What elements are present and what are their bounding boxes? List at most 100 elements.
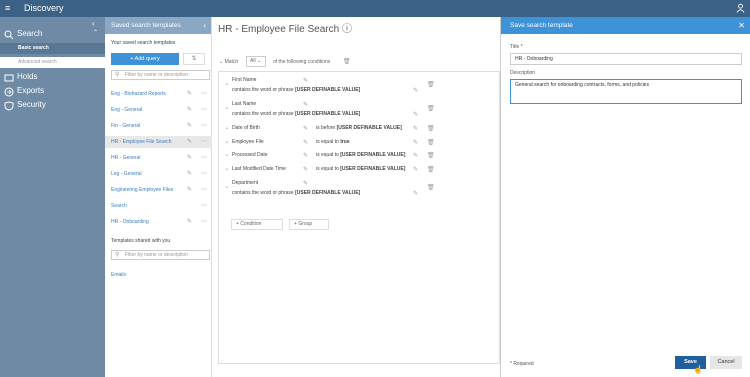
nav-search[interactable]: Search ⌃ (0, 28, 105, 41)
holds-icon (4, 74, 14, 82)
search-icon: ⚲ (115, 252, 120, 258)
info-icon[interactable]: ⓘ (342, 24, 352, 35)
nav-exports[interactable]: Exports (0, 85, 105, 98)
template-item[interactable]: Eng - Biohazard Reports ✎ ⋯ (105, 88, 212, 100)
template-item[interactable]: Fin - General ✎ ⋯ (105, 120, 212, 132)
edit-field-icon[interactable]: ✎ (303, 77, 308, 84)
nav-basic-search[interactable]: Basic search (0, 43, 105, 54)
edit-field-icon[interactable]: ✎ (303, 139, 308, 146)
condition-value: [USER DEFINABLE VALUE] (295, 111, 361, 117)
more-options-icon[interactable]: ⋯ (201, 152, 207, 164)
share-icon[interactable]: ✎ (187, 184, 192, 196)
delete-condition-icon[interactable]: 🗑 (427, 139, 435, 146)
template-item[interactable]: Eng - General ✎ ⋯ (105, 104, 212, 116)
delete-condition-icon[interactable]: 🗑 (427, 184, 435, 191)
template-item-label: Search (111, 203, 127, 209)
more-options-icon[interactable]: ⋯ (201, 88, 207, 100)
template-item[interactable]: HR - Onboarding ✎ ⋯ (105, 216, 212, 228)
nav-advanced-search[interactable]: Advanced search (0, 57, 105, 68)
title-label: Title * (510, 44, 523, 50)
sort-button[interactable]: ⇅ (183, 53, 205, 65)
menu-icon[interactable]: ≡ (5, 4, 10, 13)
page-title-text: HR - Employee File Search (218, 24, 340, 35)
nav-exports-label: Exports (17, 86, 45, 95)
add-group-button[interactable]: + Group (289, 219, 329, 230)
template-filter-input[interactable]: ⚲ Filter by name or description (111, 70, 210, 80)
more-options-icon[interactable]: ⋯ (201, 120, 207, 132)
more-options-icon[interactable]: ⋯ (201, 136, 207, 148)
edit-value-icon[interactable]: ✎ (413, 87, 418, 94)
add-condition-button[interactable]: + Condition (231, 219, 283, 230)
nav-holds[interactable]: Holds (0, 71, 105, 84)
templates-header-title: Saved search templates (111, 22, 181, 29)
shared-templates-label: Templates shared with you (111, 238, 171, 244)
edit-field-icon[interactable]: ✎ (303, 166, 308, 173)
bullet-icon: • (226, 167, 228, 173)
edit-value-icon[interactable]: ✎ (413, 139, 418, 146)
edit-field-icon[interactable]: ✎ (303, 101, 308, 108)
bullet-icon: • (226, 106, 228, 112)
following-conditions-label: of the following conditions (273, 59, 331, 65)
more-options-icon[interactable]: ⋯ (201, 216, 207, 228)
condition-operator: is equal to (316, 139, 339, 145)
share-icon[interactable]: ✎ (187, 104, 192, 116)
main-editor: HR - Employee File Search ⓘ ⌄ Match All … (212, 17, 500, 377)
shared-template-item[interactable]: Emails (105, 269, 212, 281)
delete-condition-icon[interactable]: 🗑 (427, 125, 435, 132)
edit-value-icon[interactable]: ✎ (413, 125, 418, 132)
nav-security[interactable]: Security (0, 99, 105, 112)
condition-field: Last Name (232, 101, 257, 107)
condition-operator-line: is before [USER DEFINABLE VALUE] (316, 125, 402, 131)
share-icon[interactable]: ✎ (187, 136, 192, 148)
close-icon[interactable]: ✕ (738, 17, 745, 34)
templates-header: Saved search templates ‹ (105, 17, 211, 34)
edit-field-icon[interactable]: ✎ (303, 125, 308, 132)
template-item[interactable]: Leg - General ✎ ⋯ (105, 168, 212, 180)
delete-condition-icon[interactable]: 🗑 (427, 81, 435, 88)
condition-value: [USER DEFINABLE VALUE] (295, 87, 361, 93)
condition-operator: is equal to (316, 152, 339, 158)
shared-filter-input[interactable]: ⚲ Filter by name or description (111, 250, 210, 260)
delete-condition-icon[interactable]: 🗑 (427, 166, 435, 173)
title-input[interactable]: HR - Onboarding (510, 53, 742, 65)
condition-row: • Last Modified Date Time ✎ is equal to [US… (219, 166, 499, 178)
description-textarea[interactable]: General search for onboarding contracts,… (510, 79, 742, 104)
required-note: * Required (510, 361, 534, 367)
edit-field-icon[interactable]: ✎ (303, 180, 308, 187)
more-options-icon[interactable]: ⋯ (201, 184, 207, 196)
template-item[interactable]: Search ⋯ (105, 200, 212, 212)
edit-value-icon[interactable]: ✎ (413, 111, 418, 118)
nav-search-label: Search (17, 29, 43, 38)
bullet-icon: • (226, 185, 228, 191)
bullet-icon: • (226, 153, 228, 159)
share-icon[interactable]: ✎ (187, 168, 192, 180)
template-item[interactable]: HR - General ✎ ⋯ (105, 152, 212, 164)
more-options-icon[interactable]: ⋯ (201, 168, 207, 180)
share-icon[interactable]: ✎ (187, 152, 192, 164)
collapse-templates-icon[interactable]: ‹ (203, 17, 206, 34)
add-query-label: Add query (134, 56, 160, 62)
edit-value-icon[interactable]: ✎ (413, 190, 418, 197)
share-icon[interactable]: ✎ (187, 88, 192, 100)
more-options-icon[interactable]: ⋯ (201, 200, 207, 212)
delete-condition-icon[interactable]: 🗑 (427, 152, 435, 159)
condition-row: • First Name ✎ contains the word or phrase … (219, 77, 499, 99)
conditions-box: • First Name ✎ contains the word or phrase … (218, 71, 500, 364)
edit-field-icon[interactable]: ✎ (303, 152, 308, 159)
match-mode-select[interactable]: All ⌄ (246, 56, 266, 67)
share-icon[interactable]: ✎ (187, 216, 192, 228)
user-icon[interactable] (736, 3, 745, 13)
collapse-sidebar-icon[interactable]: ‹ (92, 19, 95, 28)
edit-value-icon[interactable]: ✎ (413, 166, 418, 173)
templates-pane: Saved search templates ‹ Your saved sear… (105, 17, 212, 377)
share-icon[interactable]: ✎ (187, 120, 192, 132)
template-item[interactable]: Engineering Employee Files ✎ ⋯ (105, 184, 212, 196)
add-query-button[interactable]: + Add query (111, 53, 179, 65)
template-item[interactable]: HR - Employee File Search ✎ ⋯ (105, 136, 212, 148)
edit-value-icon[interactable]: ✎ (413, 152, 418, 159)
more-options-icon[interactable]: ⋯ (201, 104, 207, 116)
delete-condition-icon[interactable]: 🗑 (427, 105, 435, 112)
shared-filter-placeholder: Filter by name or description (125, 252, 189, 258)
cancel-button[interactable]: Cancel (710, 356, 742, 369)
delete-group-icon[interactable]: 🗑 (343, 58, 351, 65)
